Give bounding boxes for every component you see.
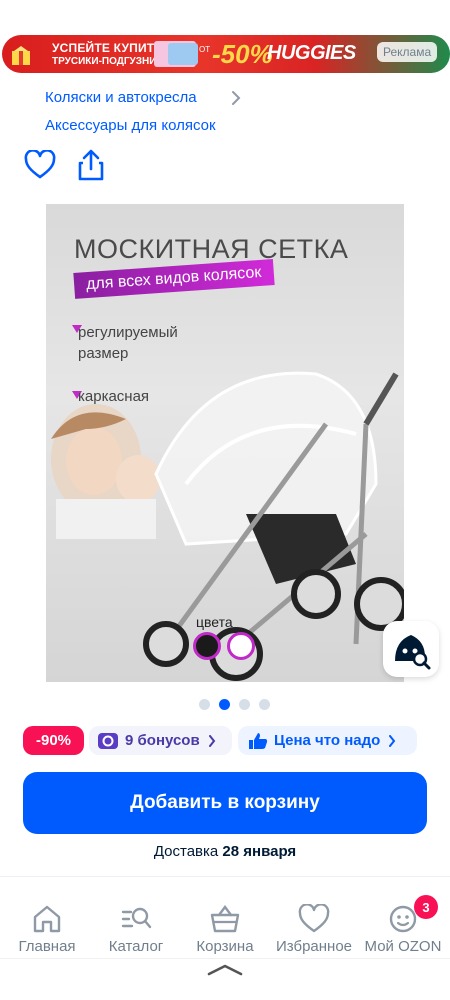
divider	[0, 876, 450, 877]
ad-brand: HUGGIES	[267, 42, 356, 64]
stroller-illustration	[143, 371, 404, 681]
price-label: Цена что надо	[274, 732, 381, 749]
delivery-date: 28 января	[222, 843, 297, 860]
ad-discount: -50%	[212, 39, 273, 69]
price-chip[interactable]: Цена что надо	[238, 726, 417, 755]
diaper-pack-image-2	[168, 43, 198, 65]
chevron-right-icon	[389, 734, 396, 747]
chevron-right-icon[interactable]	[229, 90, 243, 106]
notification-badge: 3	[414, 895, 438, 919]
color-swatch-black	[193, 632, 221, 660]
cart-basket-icon	[210, 905, 240, 933]
nav-item-favorites[interactable]: Избранное	[269, 904, 359, 955]
nav-label: Избранное	[275, 938, 353, 955]
bottom-nav: Главная Каталог Корзина Избранное Мой OZ…	[0, 878, 450, 960]
color-swatch-white	[227, 632, 255, 660]
nav-label: Мой OZON	[364, 938, 442, 955]
carousel-dot[interactable]	[199, 699, 210, 710]
nav-label: Главная	[18, 938, 76, 955]
ad-line1: УСПЕЙТЕ КУПИТЬ!	[52, 41, 168, 55]
delivery-info: Доставка 28 января	[0, 843, 450, 860]
carousel-dots	[199, 699, 270, 710]
carousel-dot[interactable]	[239, 699, 250, 710]
ad-label[interactable]: Реклама	[377, 42, 438, 62]
image-title: МОСКИТНАЯ СЕТКА	[74, 234, 349, 264]
add-to-cart-button[interactable]: Добавить в корзину	[23, 772, 427, 834]
visual-search-icon	[395, 635, 431, 670]
gift-icon	[12, 46, 30, 65]
heart-icon[interactable]	[24, 150, 56, 180]
visual-search-button[interactable]	[383, 621, 439, 677]
bonus-label: 9 бонусов	[125, 732, 200, 749]
nav-item-catalog[interactable]: Каталог	[91, 904, 181, 955]
breadcrumb-item[interactable]: Коляски и автокресла	[45, 88, 216, 116]
ad-line2: ТРУСИКИ-ПОДГУЗНИКИ	[52, 56, 170, 67]
carousel-dot[interactable]	[259, 699, 270, 710]
nav-label: Корзина	[196, 938, 254, 955]
nav-item-home[interactable]: Главная	[2, 904, 92, 955]
bonus-icon	[98, 732, 118, 749]
home-icon	[33, 905, 61, 933]
product-image[interactable]: МОСКИТНАЯ СЕТКА для всех видов колясок р…	[46, 204, 404, 682]
thumbs-up-icon	[249, 732, 268, 749]
share-icon[interactable]	[77, 148, 105, 182]
chevron-right-icon	[208, 734, 215, 747]
nav-item-cart[interactable]: Корзина	[180, 904, 270, 955]
breadcrumb: Коляски и автокресла Аксессуары для коля…	[45, 88, 241, 144]
catalog-search-icon	[121, 907, 152, 929]
colors-label: цвета	[196, 614, 233, 630]
breadcrumb-item[interactable]: Аксессуары для колясок	[45, 116, 216, 144]
nav-label: Каталог	[108, 938, 164, 955]
discount-badge: -90%	[23, 726, 84, 755]
ad-banner[interactable]: УСПЕЙТЕ КУПИТЬ! ТРУСИКИ-ПОДГУЗНИКИ ОТ -5…	[2, 35, 450, 73]
bullet-1-line-2: размер	[78, 345, 129, 362]
delivery-prefix: Доставка	[153, 843, 219, 860]
chevron-up-icon[interactable]	[205, 962, 245, 978]
heart-icon	[298, 904, 330, 933]
ad-from-label: ОТ	[199, 45, 211, 54]
bonus-chip[interactable]: 9 бонусов	[89, 726, 232, 755]
carousel-dot-active[interactable]	[219, 699, 230, 710]
